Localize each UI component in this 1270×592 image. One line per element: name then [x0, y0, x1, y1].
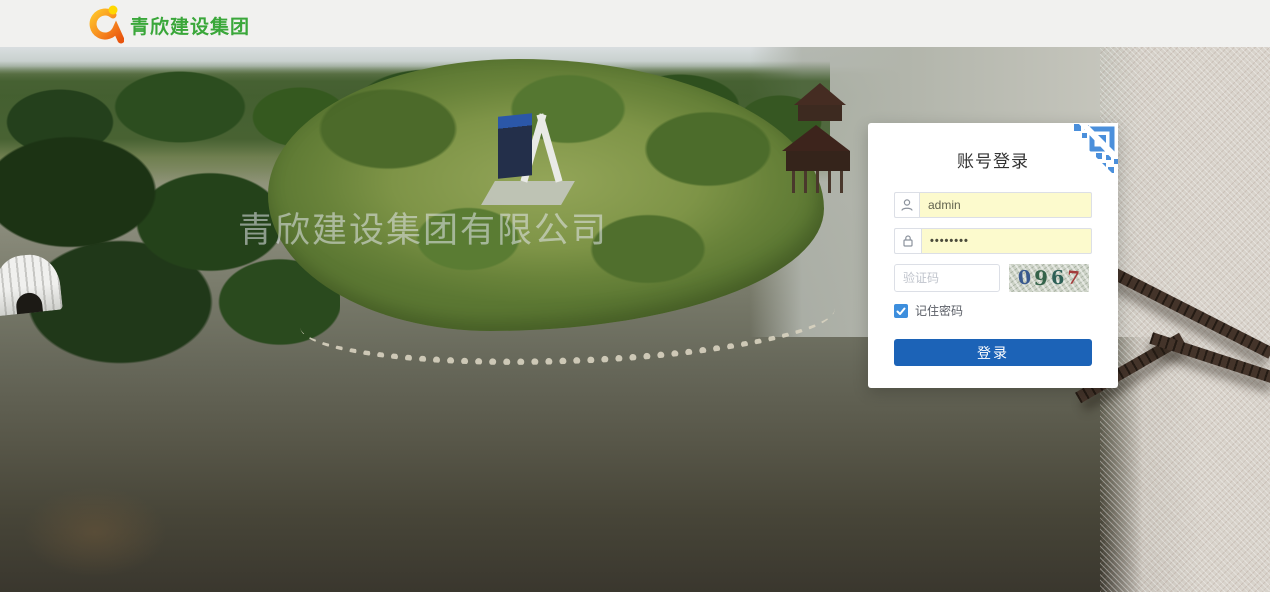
- pavilion-roof: [794, 83, 846, 105]
- sculpture-panel: [498, 113, 532, 179]
- captcha-input[interactable]: [894, 264, 1000, 292]
- sunlit-water: [1100, 47, 1270, 592]
- captcha-image[interactable]: 0 9 6 7: [1009, 264, 1089, 292]
- remember-password-checkbox[interactable]: 记住密码: [894, 302, 1092, 319]
- login-card: 账号登录: [868, 123, 1118, 388]
- password-row: [894, 228, 1092, 254]
- login-button[interactable]: 登录: [894, 339, 1092, 366]
- login-form: 0 9 6 7 记住密码 登录: [894, 192, 1092, 366]
- lake-pavilion: [772, 77, 872, 202]
- remember-label: 记住密码: [915, 302, 963, 319]
- captcha-digit: 0: [1017, 266, 1032, 289]
- captcha-row: 0 9 6 7: [894, 264, 1092, 292]
- lock-icon: [894, 228, 921, 254]
- water-reflection: [0, 352, 380, 592]
- checkbox-checked[interactable]: [894, 304, 908, 318]
- password-input[interactable]: [921, 228, 1092, 254]
- check-icon: [896, 306, 906, 316]
- sculpture-leg: [536, 113, 562, 182]
- user-icon: [894, 192, 919, 218]
- username-row: [894, 192, 1092, 218]
- login-page: 青欣建设集团 青欣建设集团有限公司: [0, 0, 1270, 592]
- username-input[interactable]: [919, 192, 1092, 218]
- captcha-digit: 7: [1067, 267, 1081, 289]
- brand-name: 青欣建设集团: [130, 12, 250, 39]
- pavilion-deck: [786, 151, 850, 171]
- island-sculpture: [488, 109, 568, 205]
- watermark-text: 青欣建设集团有限公司: [238, 202, 608, 253]
- pavilion-roof: [782, 125, 850, 151]
- pavilion-stilts: [792, 171, 844, 193]
- captcha-digit: 6: [1051, 267, 1065, 290]
- pavilion-deck: [798, 105, 842, 121]
- top-header: 青欣建设集团: [0, 0, 1270, 47]
- company-logo-icon: [86, 4, 124, 44]
- login-title: 账号登录: [868, 147, 1118, 172]
- captcha-digit: 9: [1033, 266, 1049, 291]
